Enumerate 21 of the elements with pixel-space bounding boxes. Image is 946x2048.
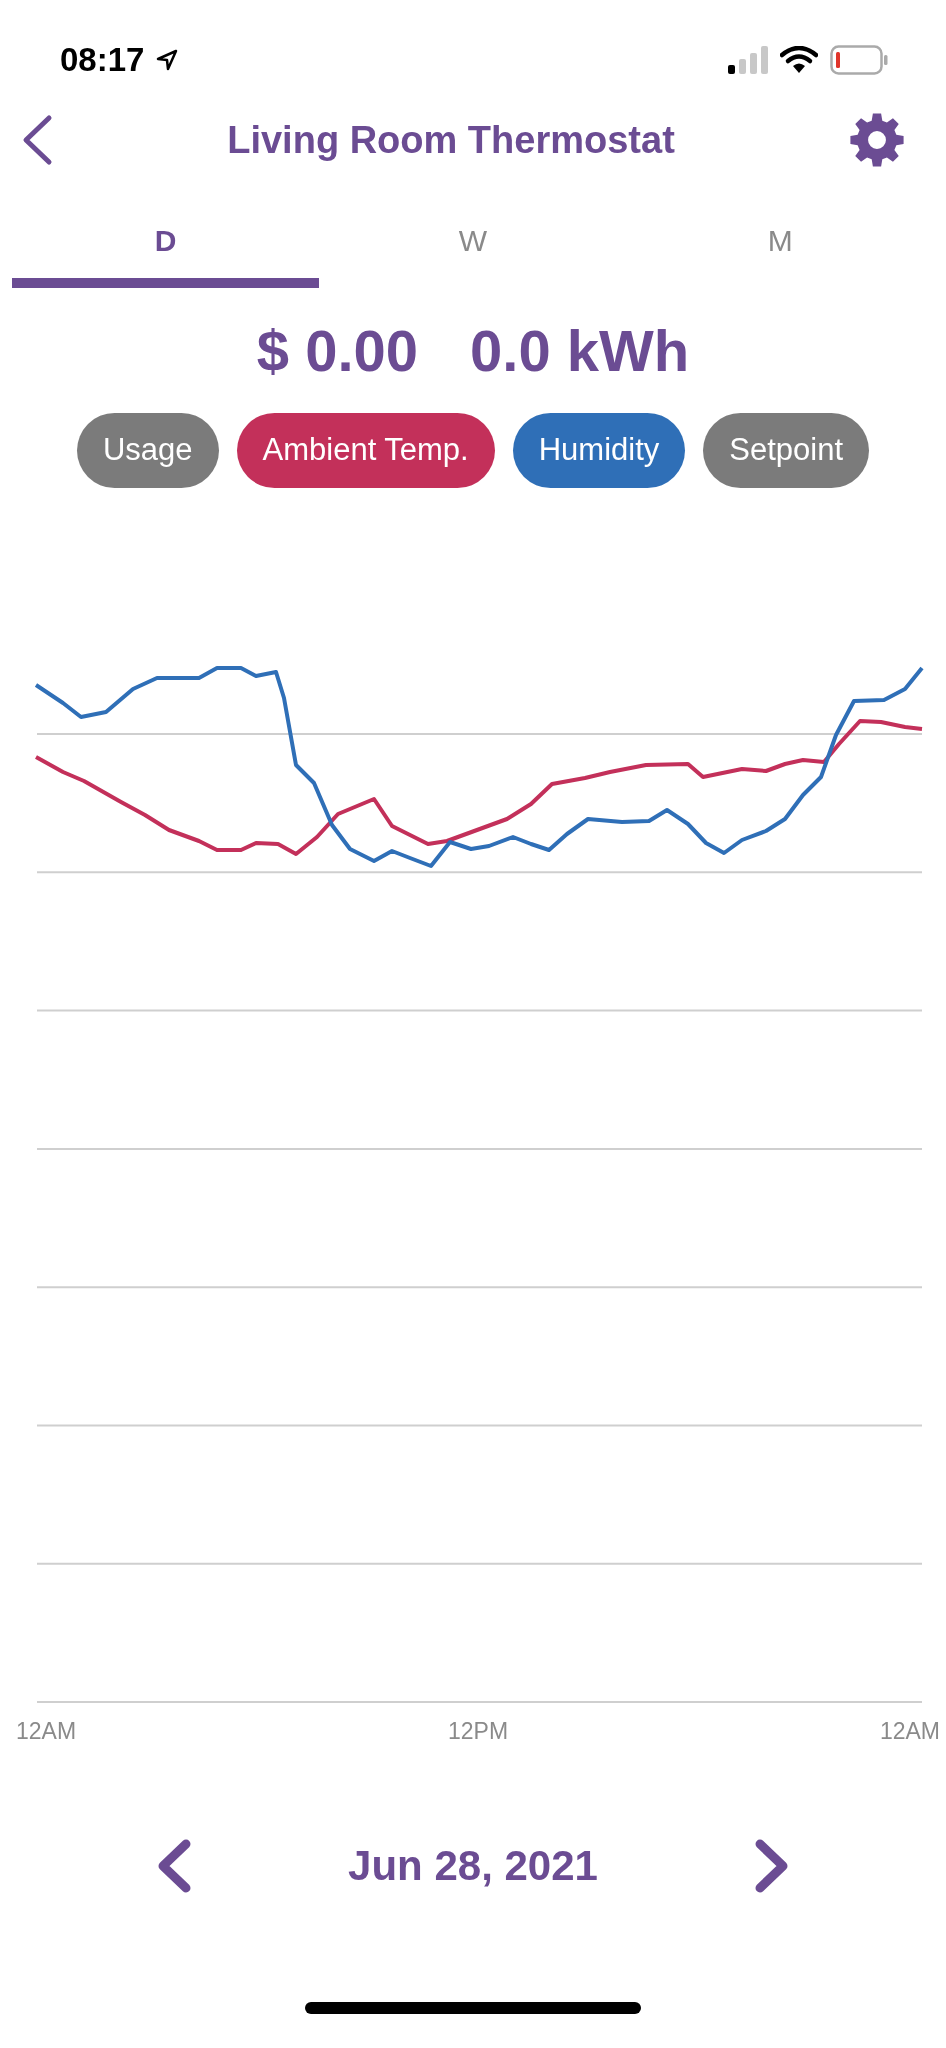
cost-total: $ 0.00 [256,316,419,384]
x-axis-label: 12AM [879,1718,940,1746]
series-toggle-chip[interactable]: Ambient Temp. [236,412,495,488]
status-time: 08:17 [60,41,145,79]
settings-button[interactable] [848,111,906,169]
period-tab[interactable]: W [319,180,627,288]
x-axis-label: 12PM [447,1718,509,1746]
settings-gear-icon [848,111,906,169]
battery-icon [830,45,888,75]
selected-date: Jun 28, 2021 [347,1842,599,1890]
series-toggle-chip[interactable]: Setpoint [703,412,870,488]
energy-total: 0.0 kWh [470,316,690,384]
x-axis-label: 12AM [16,1718,77,1746]
series-toggle-chip[interactable]: Humidity [512,412,686,488]
period-tab[interactable]: D [12,180,320,288]
screen-title: Living Room Thermostat [227,118,675,162]
signal-icon [728,46,768,74]
wifi-icon [780,46,818,74]
series-toggle-chip[interactable]: Usage [76,412,219,488]
location-arrow-icon [156,49,179,71]
period-tab[interactable]: M [626,180,934,288]
